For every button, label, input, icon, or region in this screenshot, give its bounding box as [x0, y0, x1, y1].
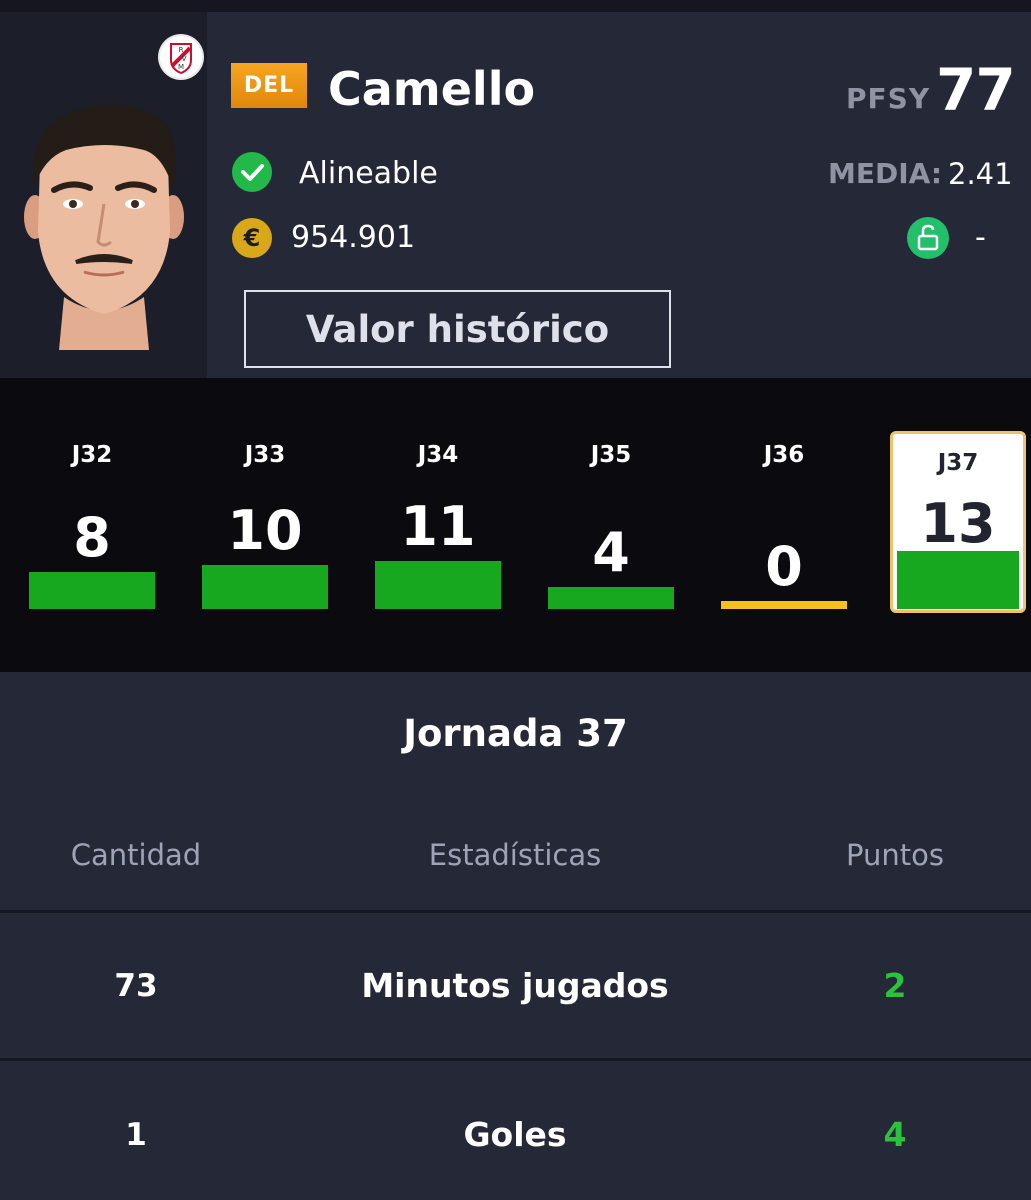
club-crest-icon: R V M: [160, 36, 202, 78]
matchday-j33[interactable]: J33 10: [202, 378, 328, 672]
market-value: 954.901: [291, 220, 416, 255]
matchday-points: 4: [592, 520, 630, 584]
matchday-label: J33: [244, 442, 286, 468]
matchday-points-bar: [548, 586, 674, 609]
player-photo-panel: R V M: [0, 12, 207, 378]
column-header-quantity: Cantidad: [70, 838, 202, 872]
player-name: Camello: [328, 62, 536, 116]
matchday-points: 11: [400, 495, 476, 559]
matchday-j36[interactable]: J36 0: [721, 378, 847, 672]
stat-row-points: 2: [883, 966, 907, 1005]
matchday-j34[interactable]: J34 11: [375, 378, 501, 672]
matchday-detail-title: Jornada 37: [403, 712, 628, 755]
availability-status: Alineable: [299, 156, 438, 191]
column-header-points: Puntos: [846, 838, 944, 872]
svg-text:M: M: [178, 63, 184, 71]
euro-coin-icon: €: [232, 218, 272, 258]
release-clause-value: -: [975, 220, 986, 255]
matchday-points-bar: [897, 551, 1019, 609]
media-label: MEDIA:: [828, 157, 943, 190]
top-edge: [0, 0, 1031, 12]
divider: [0, 910, 1031, 913]
svg-text:V: V: [182, 55, 187, 63]
media-value: 2.41: [948, 157, 1013, 191]
matchday-label: J32: [71, 442, 113, 468]
player-photo: [14, 92, 194, 350]
position-badge: DEL: [231, 63, 307, 108]
stat-row-quantity: 73: [114, 968, 158, 1004]
matchday-points-bar: [721, 601, 847, 609]
matchday-j35[interactable]: J35 4: [548, 378, 674, 672]
stat-row-quantity: 1: [125, 1117, 147, 1153]
matchday-points-bar: [375, 561, 501, 609]
stat-row-name: Goles: [463, 1115, 567, 1154]
matchday-label: J35: [590, 442, 632, 468]
history-value-button[interactable]: Valor histórico: [244, 290, 671, 368]
matchday-points: 8: [73, 506, 111, 570]
matchday-points-bar: [202, 565, 328, 609]
matchday-label: J37: [937, 450, 979, 476]
stat-row-name: Minutos jugados: [361, 966, 669, 1005]
unlock-icon[interactable]: [907, 217, 949, 259]
pfsy-value: 77: [936, 56, 1016, 124]
stat-row-points: 4: [883, 1115, 907, 1154]
player-header: R V M DEL Camello PFSY 77 Alineable MEDI…: [0, 12, 1031, 378]
svg-text:R: R: [179, 46, 184, 54]
matchday-label: J34: [417, 442, 459, 468]
column-header-stats: Estadísticas: [428, 838, 602, 872]
matchday-points-bar: [29, 572, 155, 609]
matchday-points: 10: [227, 499, 303, 562]
matchday-j32[interactable]: J32 8: [29, 378, 155, 672]
matchday-strip: J32 8 J33 10 J34 11 J35 4 J36 0 J37 13: [0, 378, 1031, 672]
pfsy-label: PFSY: [846, 82, 931, 115]
matchday-label: J36: [763, 442, 805, 468]
matchday-points: 0: [765, 535, 803, 598]
check-circle-icon: [232, 152, 272, 192]
matchday-points: 13: [920, 492, 996, 555]
matchday-j37-selected[interactable]: J37 13: [890, 431, 1026, 613]
divider: [0, 1058, 1031, 1061]
